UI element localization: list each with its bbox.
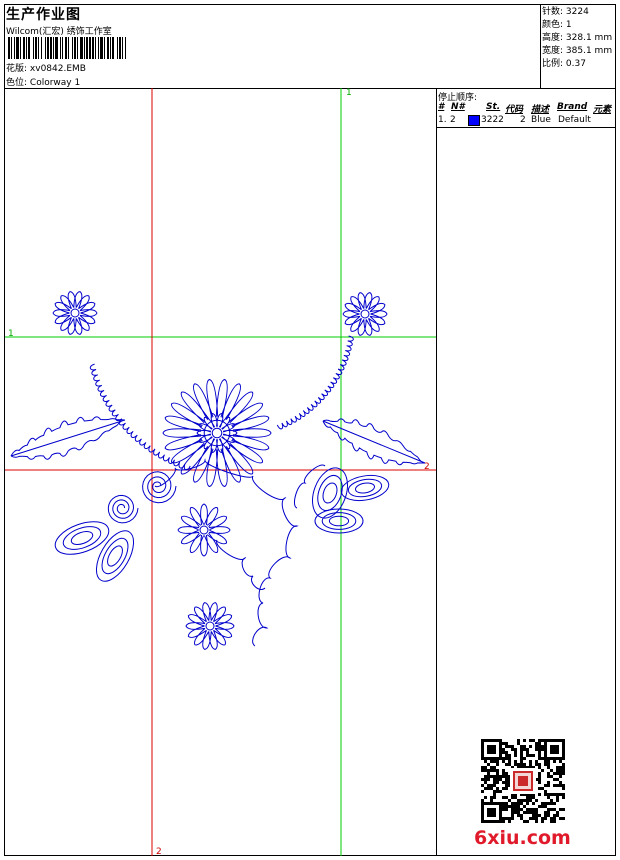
lower-flower-center bbox=[199, 525, 209, 535]
col-header-desc: 描述 bbox=[531, 105, 550, 115]
guide-label-green-left: 1 bbox=[8, 329, 14, 339]
bottom-flower-center bbox=[205, 621, 215, 631]
col-header-brand: Brand bbox=[557, 102, 588, 112]
right-teardrop-leaf-3 bbox=[314, 508, 364, 534]
height-value: 328.1 mm bbox=[565, 33, 613, 43]
col-header-needle: N# bbox=[451, 102, 465, 112]
stats-divider bbox=[540, 4, 541, 88]
small-flower-left-center bbox=[70, 308, 80, 318]
color-count-row: 颜色: 1 bbox=[542, 20, 572, 30]
row-needle: 2 bbox=[450, 115, 456, 125]
center-flower-inner-center bbox=[211, 427, 223, 439]
thread-color-swatch bbox=[468, 115, 480, 126]
row-brand: Default bbox=[558, 115, 591, 125]
lower-stem-loops bbox=[216, 539, 266, 590]
guide-lines: 1 1 2 2 bbox=[5, 88, 436, 856]
watermark-logo: 6xiu.com bbox=[474, 827, 571, 849]
small-flower-right-center bbox=[360, 309, 370, 319]
stitch-count: 3224 bbox=[565, 7, 589, 17]
col-header-code: 代码 bbox=[505, 105, 524, 115]
col-header-element: 元素 bbox=[593, 105, 612, 115]
width-row: 宽度: 385.1 mm bbox=[542, 46, 613, 56]
col-header-stitches: St. bbox=[486, 102, 501, 112]
small-flower-left bbox=[52, 291, 98, 335]
stitch-count-row: 针数: 3224 bbox=[542, 7, 589, 17]
colorway-value: Colorway 1 bbox=[29, 78, 81, 88]
colorway-line: 色位: Colorway 1 bbox=[6, 75, 80, 88]
col-header-index: # bbox=[438, 102, 445, 112]
guide-label-red-bottom: 2 bbox=[156, 847, 162, 856]
design-file-label: 花版: bbox=[6, 64, 28, 74]
guide-label-red-right: 2 bbox=[424, 462, 430, 472]
lower-flower bbox=[177, 503, 231, 557]
height-row: 高度: 328.1 mm bbox=[542, 33, 613, 43]
width-value: 385.1 mm bbox=[565, 46, 613, 56]
guide-label-green-top: 1 bbox=[346, 88, 352, 98]
small-flower-right bbox=[342, 292, 388, 336]
embroidery-design-canvas: 1 1 2 2 bbox=[5, 88, 436, 856]
center-flower-inner bbox=[196, 412, 238, 454]
row-stitches: 3222 bbox=[481, 115, 504, 125]
scale-value: 0.37 bbox=[565, 59, 586, 69]
company-name: Wilcom(汇宏) 绣饰工作室 bbox=[6, 27, 112, 37]
right-loop-arc bbox=[276, 335, 354, 430]
bottom-flower bbox=[185, 602, 235, 650]
design-stats: 针数: 3224 颜色: 1 高度: 328.1 mm 宽度: 385.1 mm… bbox=[542, 6, 612, 71]
stop-table-underline bbox=[437, 127, 616, 128]
right-wavy-leaf bbox=[322, 418, 426, 466]
row-code: 2 bbox=[520, 115, 526, 125]
colorway-label: 色位: bbox=[6, 78, 28, 88]
design-file-line: 花版: xv0842.EMB bbox=[6, 61, 86, 74]
left-teardrop-leaf bbox=[54, 521, 110, 555]
center-stem-loops bbox=[252, 475, 299, 647]
color-count: 1 bbox=[565, 20, 572, 30]
scale-row: 比例: 0.37 bbox=[542, 59, 586, 69]
left-spiral bbox=[142, 471, 177, 504]
qr-code bbox=[480, 738, 566, 824]
left-teardrop-leaf-2 bbox=[96, 530, 134, 582]
design-file-name: xv0842.EMB bbox=[29, 64, 86, 74]
left-spiral-small bbox=[107, 494, 139, 524]
barcode bbox=[8, 37, 126, 59]
page-title: 生产作业图 bbox=[6, 7, 81, 23]
row-index: 1. bbox=[438, 115, 447, 125]
sidebar-divider bbox=[436, 88, 437, 856]
left-wavy-leaf bbox=[10, 416, 126, 460]
row-desc: Blue bbox=[531, 115, 551, 125]
